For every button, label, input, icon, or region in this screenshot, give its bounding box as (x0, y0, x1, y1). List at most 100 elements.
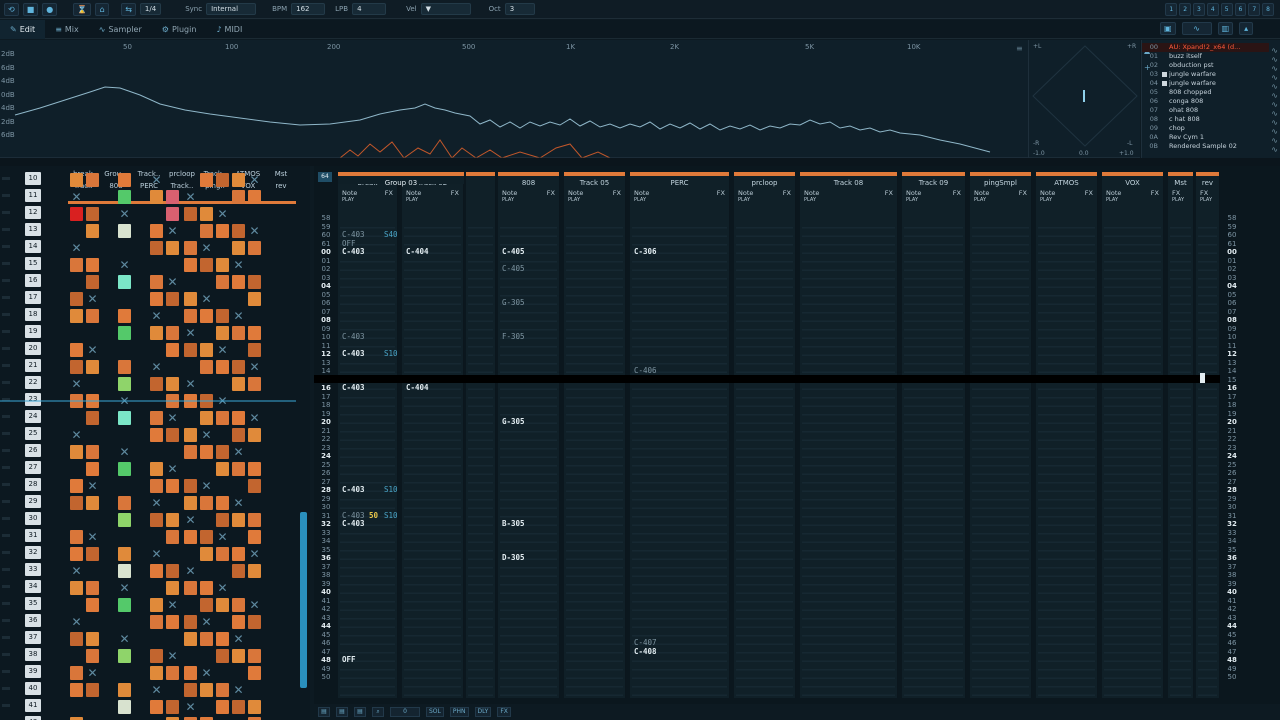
muted-slot-icon[interactable]: ✕ (86, 479, 99, 493)
matrix-slot[interactable] (150, 564, 163, 578)
matrix-slot[interactable] (166, 241, 179, 255)
instrument-item[interactable]: 01 buzz itself (1142, 52, 1269, 61)
matrix-slot[interactable] (232, 360, 245, 374)
muted-slot-icon[interactable]: ✕ (248, 411, 261, 425)
matrix-slot[interactable] (70, 360, 83, 374)
matrix-row-number[interactable]: 35 (25, 597, 41, 610)
matrix-slot[interactable] (248, 649, 261, 663)
matrix-slot[interactable] (166, 513, 179, 527)
matrix-slot[interactable] (166, 530, 179, 544)
matrix-slot[interactable] (70, 309, 83, 323)
stop-icon[interactable]: ■ (22, 2, 39, 16)
tab-plugin[interactable]: ⚙ Plugin (152, 20, 207, 39)
note-cell[interactable]: C-306 (634, 247, 657, 256)
matrix-slot[interactable] (248, 513, 261, 527)
matrix-slot[interactable] (200, 581, 213, 595)
matrix-slot[interactable] (150, 479, 163, 493)
muted-slot-icon[interactable]: ✕ (200, 666, 213, 680)
muted-slot-icon[interactable]: ✕ (248, 598, 261, 612)
muted-slot-icon[interactable]: ✕ (166, 462, 179, 476)
matrix-slot[interactable] (150, 428, 163, 442)
matrix-slot[interactable] (150, 292, 163, 306)
matrix-row-number[interactable]: 30 (25, 512, 41, 525)
muted-slot-icon[interactable]: ✕ (166, 598, 179, 612)
muted-slot-icon[interactable]: ✕ (166, 275, 179, 289)
matrix-slot[interactable] (150, 190, 163, 204)
matrix-slot[interactable] (86, 173, 99, 187)
matrix-slot[interactable] (166, 428, 179, 442)
muted-slot-icon[interactable]: ✕ (184, 513, 197, 527)
matrix-slot[interactable] (184, 683, 197, 697)
matrix-slot[interactable] (248, 428, 261, 442)
muted-slot-icon[interactable]: ✕ (232, 496, 245, 510)
matrix-slot[interactable] (232, 241, 245, 255)
matrix-slot[interactable] (86, 224, 99, 238)
matrix-slot[interactable] (232, 377, 245, 391)
matrix-slot[interactable] (166, 207, 179, 221)
matrix-row-number[interactable]: 27 (25, 461, 41, 474)
matrix-slot[interactable] (70, 547, 83, 561)
tab-sampler[interactable]: ∿ Sampler (89, 20, 152, 39)
matrix-slot[interactable] (166, 377, 179, 391)
matrix-slot[interactable] (166, 343, 179, 357)
sync-select[interactable]: Internal (206, 3, 257, 15)
matrix-slot[interactable] (150, 241, 163, 255)
matrix-slot[interactable] (200, 343, 213, 357)
muted-slot-icon[interactable]: ✕ (86, 530, 99, 544)
matrix-slot[interactable] (70, 530, 83, 544)
muted-slot-icon[interactable]: ✕ (166, 224, 179, 238)
velocity-cell[interactable]: 50 (369, 511, 378, 520)
track-column[interactable] (466, 172, 496, 698)
muted-slot-icon[interactable]: ✕ (232, 258, 245, 272)
matrix-slot[interactable] (200, 360, 213, 374)
metronome-icon[interactable]: ⌛ (73, 2, 92, 16)
matrix-slot[interactable] (248, 564, 261, 578)
instrument-item[interactable]: 0A Rev Cym 1 (1142, 133, 1269, 142)
matrix-slot[interactable] (86, 411, 99, 425)
track-name[interactable]: PERC (630, 179, 729, 187)
matrix-slot[interactable] (70, 292, 83, 306)
muted-slot-icon[interactable]: ✕ (200, 292, 213, 306)
track-number-button[interactable]: 5 (1220, 2, 1233, 16)
matrix-row-number[interactable]: 29 (25, 495, 41, 508)
matrix-slot[interactable] (118, 598, 131, 612)
matrix-scrollbar[interactable] (300, 512, 307, 688)
matrix-slot[interactable] (86, 275, 99, 289)
matrix-slot[interactable] (248, 530, 261, 544)
muted-slot-icon[interactable]: ✕ (118, 632, 131, 646)
matrix-row-number[interactable]: 25 (25, 427, 41, 440)
muted-slot-icon[interactable]: ✕ (200, 241, 213, 255)
track-column[interactable]: VOX Note FX PLAY (1102, 172, 1164, 698)
matrix-slot[interactable] (216, 309, 229, 323)
matrix-slot[interactable] (248, 275, 261, 289)
matrix-slot[interactable] (118, 326, 131, 340)
matrix-slot[interactable] (118, 360, 131, 374)
muted-slot-icon[interactable]: ✕ (200, 615, 213, 629)
matrix-row-number[interactable]: 13 (25, 223, 41, 236)
matrix-slot[interactable] (248, 700, 261, 714)
track-column[interactable]: prcloop Note FX PLAY (734, 172, 796, 698)
muted-slot-icon[interactable]: ✕ (86, 292, 99, 306)
matrix-slot[interactable] (200, 632, 213, 646)
matrix-row-number[interactable]: 12 (25, 206, 41, 219)
matrix-row-number[interactable]: 11 (25, 189, 41, 202)
matrix-row-number[interactable]: 18 (25, 308, 41, 321)
matrix-row-number[interactable]: 20 (25, 342, 41, 355)
matrix-slot[interactable] (86, 309, 99, 323)
matrix-slot[interactable] (216, 326, 229, 340)
matrix-row-number[interactable]: 41 (25, 699, 41, 712)
muted-slot-icon[interactable]: ✕ (70, 190, 83, 204)
matrix-row-number[interactable]: 14 (25, 240, 41, 253)
matrix-slot[interactable] (150, 598, 163, 612)
matrix-slot[interactable] (184, 309, 197, 323)
matrix-slot[interactable] (70, 496, 83, 510)
matrix-slot[interactable] (200, 547, 213, 561)
matrix-slot[interactable] (150, 411, 163, 425)
matrix-slot[interactable] (150, 462, 163, 476)
matrix-slot[interactable] (232, 649, 245, 663)
instrument-item[interactable]: 08 c hat 808 (1142, 115, 1269, 124)
muted-slot-icon[interactable]: ✕ (248, 173, 261, 187)
instrument-item[interactable]: 09 chop (1142, 124, 1269, 133)
muted-slot-icon[interactable]: ✕ (150, 496, 163, 510)
lock-icon[interactable]: ⌂ (95, 2, 110, 16)
